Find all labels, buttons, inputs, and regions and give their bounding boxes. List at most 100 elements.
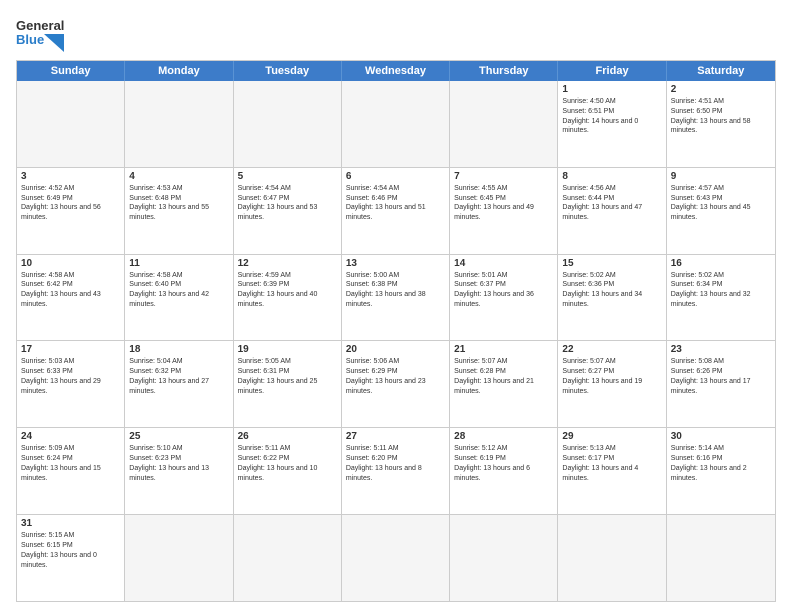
calendar-cell: 22 Sunrise: 5:07 AM Sunset: 6:27 PM Dayli… bbox=[558, 341, 666, 427]
calendar-cell: 12Sunrise: 4:59 AM Sunset: 6:39 PM Dayli… bbox=[234, 255, 342, 341]
calendar-cell: 11Sunrise: 4:58 AM Sunset: 6:40 PM Dayli… bbox=[125, 255, 233, 341]
day-number: 22 bbox=[562, 344, 661, 355]
day-info: Sunrise: 4:59 AM Sunset: 6:39 PM Dayligh… bbox=[238, 271, 337, 310]
calendar-cell: 16 Sunrise: 5:02 AM Sunset: 6:34 PM Dayli… bbox=[667, 255, 775, 341]
day-number: 7 bbox=[454, 171, 553, 182]
day-info: Sunrise: 5:14 AM Sunset: 6:16 PM Dayligh… bbox=[671, 444, 771, 483]
day-number: 27 bbox=[346, 431, 445, 442]
day-info: Sunrise: 4:51 AM Sunset: 6:50 PM Dayligh… bbox=[671, 97, 771, 136]
day-header: Sunday bbox=[17, 61, 125, 81]
day-info: Sunrise: 4:54 AM Sunset: 6:47 PM Dayligh… bbox=[238, 184, 337, 223]
calendar-cell: 24Sunrise: 5:09 AM Sunset: 6:24 PM Dayli… bbox=[17, 428, 125, 514]
day-number: 30 bbox=[671, 431, 771, 442]
day-info: Sunrise: 5:12 AM Sunset: 6:19 PM Dayligh… bbox=[454, 444, 553, 483]
calendar-cell: 9Sunrise: 4:57 AM Sunset: 6:43 PM Daylig… bbox=[667, 168, 775, 254]
calendar-week-row: 24Sunrise: 5:09 AM Sunset: 6:24 PM Dayli… bbox=[17, 427, 775, 514]
svg-text:Blue: Blue bbox=[16, 32, 44, 47]
calendar-cell bbox=[234, 81, 342, 167]
day-info: Sunrise: 5:05 AM Sunset: 6:31 PM Dayligh… bbox=[238, 357, 337, 396]
calendar-cell: 6Sunrise: 4:54 AM Sunset: 6:46 PM Daylig… bbox=[342, 168, 450, 254]
day-info: Sunrise: 5:10 AM Sunset: 6:23 PM Dayligh… bbox=[129, 444, 228, 483]
calendar-cell bbox=[342, 515, 450, 601]
day-info: Sunrise: 5:04 AM Sunset: 6:32 PM Dayligh… bbox=[129, 357, 228, 396]
day-number: 15 bbox=[562, 258, 661, 269]
calendar-cell: 4 Sunrise: 4:53 AM Sunset: 6:48 PM Daylig… bbox=[125, 168, 233, 254]
calendar-week-row: 10Sunrise: 4:58 AM Sunset: 6:42 PM Dayli… bbox=[17, 254, 775, 341]
calendar-cell: 21 Sunrise: 5:07 AM Sunset: 6:28 PM Dayli… bbox=[450, 341, 558, 427]
day-number: 23 bbox=[671, 344, 771, 355]
day-number: 26 bbox=[238, 431, 337, 442]
calendar-cell: 31Sunrise: 5:15 AM Sunset: 6:15 PM Dayli… bbox=[17, 515, 125, 601]
day-number: 17 bbox=[21, 344, 120, 355]
day-number: 21 bbox=[454, 344, 553, 355]
day-info: Sunrise: 4:52 AM Sunset: 6:49 PM Dayligh… bbox=[21, 184, 120, 223]
day-number: 9 bbox=[671, 171, 771, 182]
day-number: 8 bbox=[562, 171, 661, 182]
day-info: Sunrise: 4:55 AM Sunset: 6:45 PM Dayligh… bbox=[454, 184, 553, 223]
day-info: Sunrise: 4:53 AM Sunset: 6:48 PM Dayligh… bbox=[129, 184, 228, 223]
day-info: Sunrise: 4:50 AM Sunset: 6:51 PM Dayligh… bbox=[562, 97, 661, 136]
day-number: 14 bbox=[454, 258, 553, 269]
calendar-cell: 7 Sunrise: 4:55 AM Sunset: 6:45 PM Daylig… bbox=[450, 168, 558, 254]
calendar-cell: 15 Sunrise: 5:02 AM Sunset: 6:36 PM Dayli… bbox=[558, 255, 666, 341]
calendar-cell: 1Sunrise: 4:50 AM Sunset: 6:51 PM Daylig… bbox=[558, 81, 666, 167]
day-number: 2 bbox=[671, 84, 771, 95]
day-number: 29 bbox=[562, 431, 661, 442]
calendar-cell bbox=[234, 515, 342, 601]
day-info: Sunrise: 5:11 AM Sunset: 6:20 PM Dayligh… bbox=[346, 444, 445, 483]
calendar-cell: 27 Sunrise: 5:11 AM Sunset: 6:20 PM Dayli… bbox=[342, 428, 450, 514]
calendar-cell: 3 Sunrise: 4:52 AM Sunset: 6:49 PM Daylig… bbox=[17, 168, 125, 254]
calendar-cell bbox=[667, 515, 775, 601]
day-info: Sunrise: 5:02 AM Sunset: 6:36 PM Dayligh… bbox=[562, 271, 661, 310]
day-info: Sunrise: 5:02 AM Sunset: 6:34 PM Dayligh… bbox=[671, 271, 771, 310]
calendar-cell: 29 Sunrise: 5:13 AM Sunset: 6:17 PM Dayli… bbox=[558, 428, 666, 514]
calendar-cell: 13 Sunrise: 5:00 AM Sunset: 6:38 PM Dayli… bbox=[342, 255, 450, 341]
header: General Blue bbox=[16, 14, 776, 52]
day-header: Saturday bbox=[667, 61, 775, 81]
calendar-cell: 2 Sunrise: 4:51 AM Sunset: 6:50 PM Daylig… bbox=[667, 81, 775, 167]
day-info: Sunrise: 5:00 AM Sunset: 6:38 PM Dayligh… bbox=[346, 271, 445, 310]
day-number: 28 bbox=[454, 431, 553, 442]
calendar-header: SundayMondayTuesdayWednesdayThursdayFrid… bbox=[17, 61, 775, 81]
svg-text:General: General bbox=[16, 18, 64, 33]
calendar-body: 1Sunrise: 4:50 AM Sunset: 6:51 PM Daylig… bbox=[17, 81, 775, 601]
day-info: Sunrise: 5:15 AM Sunset: 6:15 PM Dayligh… bbox=[21, 531, 120, 570]
calendar-cell: 8 Sunrise: 4:56 AM Sunset: 6:44 PM Daylig… bbox=[558, 168, 666, 254]
day-info: Sunrise: 4:58 AM Sunset: 6:42 PM Dayligh… bbox=[21, 271, 120, 310]
day-number: 19 bbox=[238, 344, 337, 355]
day-number: 4 bbox=[129, 171, 228, 182]
calendar-cell: 30 Sunrise: 5:14 AM Sunset: 6:16 PM Dayli… bbox=[667, 428, 775, 514]
day-info: Sunrise: 5:07 AM Sunset: 6:28 PM Dayligh… bbox=[454, 357, 553, 396]
calendar-cell: 28 Sunrise: 5:12 AM Sunset: 6:19 PM Dayli… bbox=[450, 428, 558, 514]
calendar-cell: 14 Sunrise: 5:01 AM Sunset: 6:37 PM Dayli… bbox=[450, 255, 558, 341]
day-info: Sunrise: 4:56 AM Sunset: 6:44 PM Dayligh… bbox=[562, 184, 661, 223]
calendar-cell: 20Sunrise: 5:06 AM Sunset: 6:29 PM Dayli… bbox=[342, 341, 450, 427]
day-number: 5 bbox=[238, 171, 337, 182]
day-header: Thursday bbox=[450, 61, 558, 81]
day-info: Sunrise: 5:08 AM Sunset: 6:26 PM Dayligh… bbox=[671, 357, 771, 396]
calendar-cell bbox=[450, 515, 558, 601]
calendar-cell bbox=[342, 81, 450, 167]
day-info: Sunrise: 5:01 AM Sunset: 6:37 PM Dayligh… bbox=[454, 271, 553, 310]
day-number: 13 bbox=[346, 258, 445, 269]
day-info: Sunrise: 5:03 AM Sunset: 6:33 PM Dayligh… bbox=[21, 357, 120, 396]
calendar-cell: 23 Sunrise: 5:08 AM Sunset: 6:26 PM Dayli… bbox=[667, 341, 775, 427]
calendar-cell: 19 Sunrise: 5:05 AM Sunset: 6:31 PM Dayli… bbox=[234, 341, 342, 427]
day-number: 20 bbox=[346, 344, 445, 355]
day-header: Friday bbox=[558, 61, 666, 81]
calendar-week-row: 17 Sunrise: 5:03 AM Sunset: 6:33 PM Dayli… bbox=[17, 340, 775, 427]
day-info: Sunrise: 5:13 AM Sunset: 6:17 PM Dayligh… bbox=[562, 444, 661, 483]
calendar-cell: 17 Sunrise: 5:03 AM Sunset: 6:33 PM Dayli… bbox=[17, 341, 125, 427]
calendar-cell: 25Sunrise: 5:10 AM Sunset: 6:23 PM Dayli… bbox=[125, 428, 233, 514]
logo: General Blue bbox=[16, 14, 64, 52]
calendar-cell bbox=[125, 515, 233, 601]
day-number: 16 bbox=[671, 258, 771, 269]
day-info: Sunrise: 5:07 AM Sunset: 6:27 PM Dayligh… bbox=[562, 357, 661, 396]
day-info: Sunrise: 5:11 AM Sunset: 6:22 PM Dayligh… bbox=[238, 444, 337, 483]
calendar-cell bbox=[17, 81, 125, 167]
day-header: Wednesday bbox=[342, 61, 450, 81]
day-header: Tuesday bbox=[234, 61, 342, 81]
day-number: 3 bbox=[21, 171, 120, 182]
day-number: 18 bbox=[129, 344, 228, 355]
page: General Blue SundayMondayTuesdayWednesda… bbox=[0, 0, 792, 612]
